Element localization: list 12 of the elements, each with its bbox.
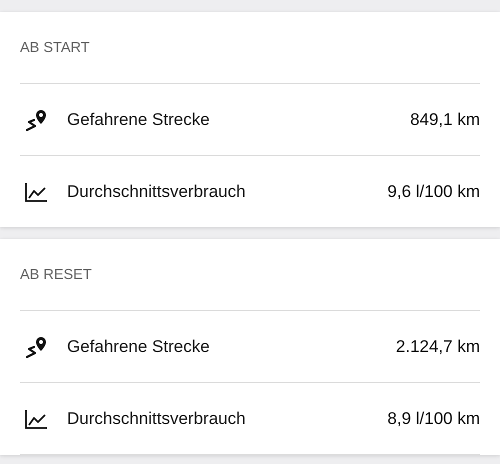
- stat-value: 9,6 l/100 km: [387, 182, 480, 202]
- stat-label: Durchschnittsverbrauch: [67, 408, 246, 428]
- stat-label: Durchschnittsverbrauch: [67, 182, 246, 202]
- route-pin-icon: [24, 334, 48, 358]
- stat-label: Gefahrene Strecke: [67, 110, 210, 130]
- section-title: AB RESET: [20, 239, 480, 311]
- stat-value: 849,1 km: [410, 110, 480, 130]
- route-pin-icon: [24, 108, 48, 132]
- stat-label: Gefahrene Strecke: [67, 336, 210, 356]
- stat-value: 8,9 l/100 km: [387, 408, 480, 428]
- section-title: AB START: [20, 12, 480, 84]
- stat-value: 2.124,7 km: [396, 336, 480, 356]
